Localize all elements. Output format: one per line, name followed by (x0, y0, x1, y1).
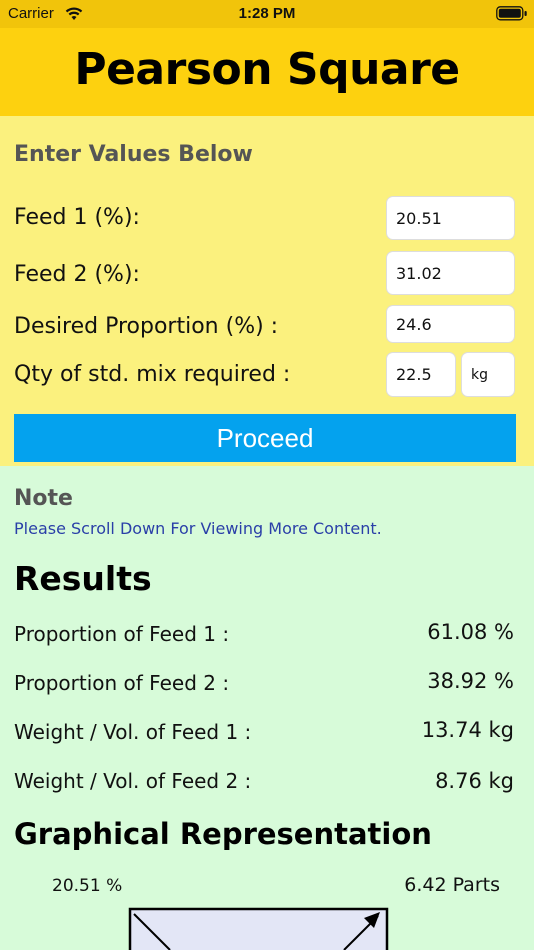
pearson-square-diagram (128, 907, 389, 950)
result-value-weight-feed1: 13.74 kg (421, 718, 514, 742)
feed2-input[interactable]: 31.02 (386, 251, 515, 295)
result-label-weight-feed1: Weight / Vol. of Feed 1 : (14, 720, 252, 744)
note-heading: Note (14, 486, 73, 511)
feed1-input[interactable]: 20.51 (386, 196, 515, 240)
results-heading: Results (14, 559, 152, 598)
battery-icon (496, 6, 527, 21)
graph-left-value: 20.51 % (52, 876, 123, 896)
feed2-label: Feed 2 (%): (14, 262, 140, 287)
square-box (128, 907, 389, 950)
result-label-proportion-feed1: Proportion of Feed 1 : (14, 622, 230, 646)
scroll-note: Please Scroll Down For Viewing More Cont… (14, 519, 382, 538)
result-value-proportion-feed1: 61.08 % (427, 620, 514, 644)
result-label-proportion-feed2: Proportion of Feed 2 : (14, 671, 230, 695)
status-bar: Carrier 1:28 PM (0, 0, 534, 28)
qty-label: Qty of std. mix required : (14, 362, 291, 387)
result-value-proportion-feed2: 38.92 % (427, 669, 514, 693)
graph-right-value: 6.42 Parts (404, 874, 500, 896)
desired-proportion-input[interactable]: 24.6 (386, 305, 515, 343)
proceed-button[interactable]: Proceed (14, 414, 516, 462)
desired-proportion-label: Desired Proportion (%) : (14, 314, 279, 339)
unit-input[interactable]: kg (461, 352, 515, 397)
result-value-weight-feed2: 8.76 kg (435, 769, 514, 793)
feed1-label: Feed 1 (%): (14, 205, 140, 230)
result-label-weight-feed2: Weight / Vol. of Feed 2 : (14, 769, 252, 793)
qty-input[interactable]: 22.5 (386, 352, 456, 397)
status-time: 1:28 PM (238, 5, 296, 22)
form-heading: Enter Values Below (14, 142, 253, 167)
page-title: Pearson Square (74, 44, 460, 95)
graph-heading: Graphical Representation (14, 817, 432, 851)
